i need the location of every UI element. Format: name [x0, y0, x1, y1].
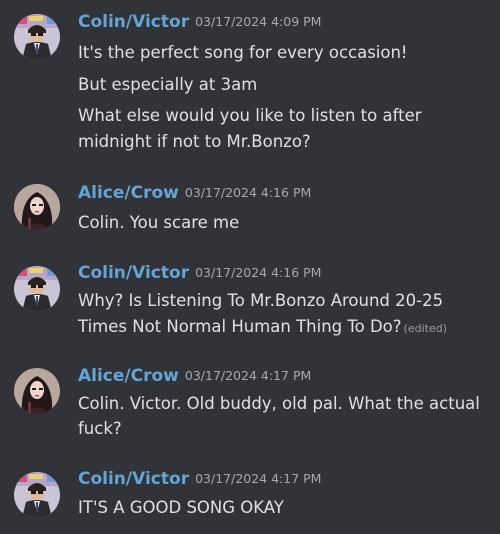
username[interactable]: Alice/Crow	[78, 183, 179, 203]
alice-avatar-icon[interactable]	[14, 184, 60, 230]
message-header: Colin/Victor 03/17/2024 4:16 PM	[78, 263, 321, 283]
colin-avatar-icon[interactable]	[14, 472, 60, 518]
message-header: Alice/Crow 03/17/2024 4:17 PM	[78, 366, 311, 386]
message-text: Times Not Normal Human Thing To Do? (edit…	[78, 315, 488, 341]
message-header: Colin/Victor 03/17/2024 4:09 PM	[78, 12, 321, 32]
message-header: Colin/Victor 03/17/2024 4:17 PM	[78, 469, 321, 489]
message-text: Colin. Victor. Old buddy, old pal. What …	[78, 394, 480, 413]
chat-log: Colin/Victor 03/17/2024 4:09 PM It's the …	[0, 0, 500, 534]
message-text-fragment: Times Not Normal Human Thing To Do?	[78, 317, 402, 336]
edited-label: (edited)	[403, 322, 447, 335]
timestamp: 03/17/2024 4:17 PM	[184, 368, 312, 383]
message-text: fuck?	[78, 419, 122, 438]
colin-avatar-icon[interactable]	[14, 14, 60, 60]
username[interactable]: Alice/Crow	[78, 366, 179, 386]
message-text: Colin. You scare me	[78, 213, 240, 232]
timestamp: 03/17/2024 4:17 PM	[195, 471, 322, 486]
message-text: Why? Is Listening To Mr.Bonzo Around 20-…	[78, 291, 444, 310]
colin-avatar-icon[interactable]	[14, 266, 60, 312]
message-text: midnight if not to Mr.Bonzo?	[78, 132, 311, 151]
timestamp: 03/17/2024 4:16 PM	[184, 185, 312, 200]
alice-avatar-icon[interactable]	[14, 368, 60, 414]
timestamp: 03/17/2024 4:16 PM	[195, 265, 322, 280]
message-text: It's the perfect song for every occasion…	[78, 43, 408, 62]
message-header: Alice/Crow 03/17/2024 4:16 PM	[78, 183, 311, 203]
message-text: But especially at 3am	[78, 75, 258, 94]
username[interactable]: Colin/Victor	[78, 263, 189, 283]
message-text: IT'S A GOOD SONG OKAY	[78, 498, 284, 517]
timestamp: 03/17/2024 4:09 PM	[195, 14, 322, 29]
username[interactable]: Colin/Victor	[78, 12, 189, 32]
username[interactable]: Colin/Victor	[78, 469, 189, 489]
message-text: What else would you like to listen to af…	[78, 106, 422, 125]
